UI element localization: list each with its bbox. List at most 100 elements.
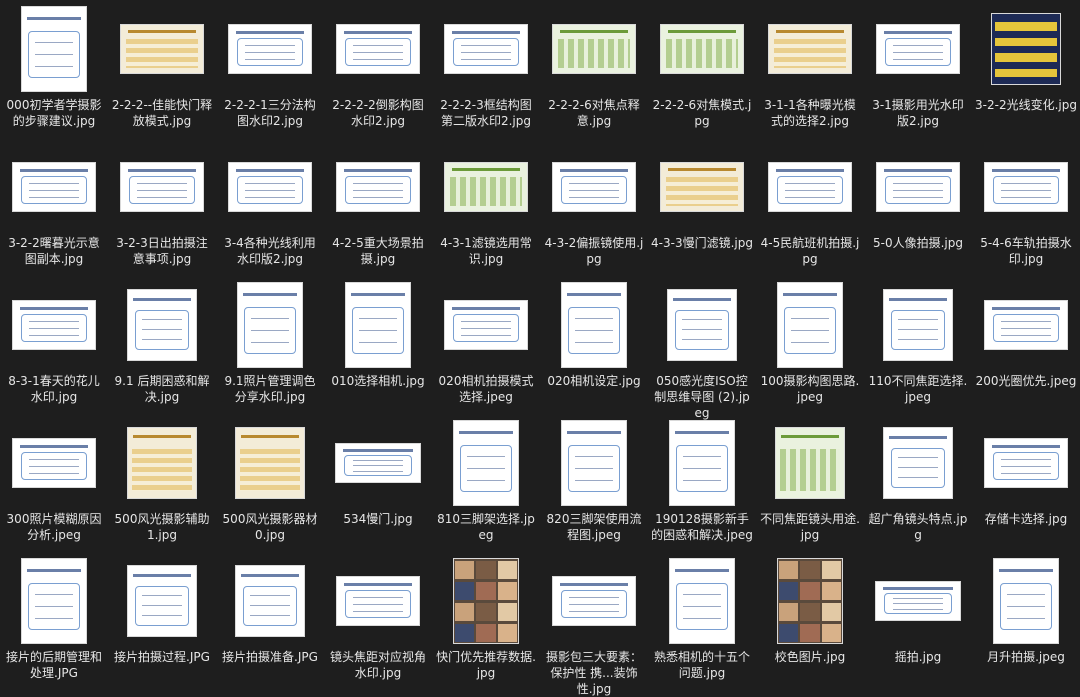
- file-item[interactable]: 摄影包三大要素：保护性 携...装饰性.jpg: [540, 552, 648, 696]
- thumbnail-image[interactable]: [444, 300, 528, 350]
- file-item[interactable]: 2-2-2-6对焦模式.jpg: [648, 0, 756, 138]
- file-item[interactable]: 3-1-1各种曝光模式的选择2.jpg: [756, 0, 864, 138]
- file-item[interactable]: 2-2-2-2倒影构图水印2.jpg: [324, 0, 432, 138]
- file-item[interactable]: 存储卡选择.jpg: [972, 414, 1080, 552]
- file-item[interactable]: 4-2-5重大场景拍摄.jpg: [324, 138, 432, 276]
- thumbnail-image[interactable]: [235, 427, 305, 499]
- thumbnail-image[interactable]: [984, 300, 1068, 350]
- file-item[interactable]: 3-2-2曙暮光示意图副本.jpg: [0, 138, 108, 276]
- file-item[interactable]: 300照片模糊原因分析.jpeg: [0, 414, 108, 552]
- file-item[interactable]: 镜头焦距对应视角水印.jpg: [324, 552, 432, 690]
- file-item[interactable]: 2-2-2--佳能快门释放模式.jpg: [108, 0, 216, 138]
- thumbnail-image[interactable]: [120, 162, 204, 212]
- thumbnail-image[interactable]: [228, 162, 312, 212]
- file-item[interactable]: 5-4-6车轨拍摄水印.jpg: [972, 138, 1080, 276]
- thumbnail-image[interactable]: [768, 24, 852, 74]
- thumbnail-image[interactable]: [228, 24, 312, 74]
- file-item[interactable]: 9.1 后期困惑和解决.jpg: [108, 276, 216, 414]
- thumbnail-image[interactable]: [12, 438, 96, 488]
- thumbnail-image[interactable]: [991, 13, 1061, 85]
- thumbnail-image[interactable]: [561, 282, 627, 368]
- thumbnail-image[interactable]: [667, 289, 737, 361]
- thumbnail-image[interactable]: [876, 162, 960, 212]
- file-item[interactable]: 3-2-3日出拍摄注意事项.jpg: [108, 138, 216, 276]
- thumbnail-image[interactable]: [660, 162, 744, 212]
- file-item[interactable]: 4-3-2偏振镜使用.jpg: [540, 138, 648, 276]
- thumbnail-image[interactable]: [453, 558, 519, 644]
- thumbnail-image[interactable]: [345, 282, 411, 368]
- file-item[interactable]: 190128摄影新手的困惑和解决.jpeg: [648, 414, 756, 552]
- thumbnail-image[interactable]: [127, 289, 197, 361]
- file-item[interactable]: 2-2-2-6对焦点释意.jpg: [540, 0, 648, 138]
- thumbnail-image[interactable]: [552, 24, 636, 74]
- file-item[interactable]: 020相机拍摄模式选择.jpeg: [432, 276, 540, 414]
- thumbnail-image[interactable]: [12, 300, 96, 350]
- file-item[interactable]: 接片拍摄准备.JPG: [216, 552, 324, 690]
- thumbnail-image[interactable]: [453, 420, 519, 506]
- file-item[interactable]: 3-4各种光线利用水印版2.jpg: [216, 138, 324, 276]
- thumbnail-image[interactable]: [335, 443, 421, 483]
- thumbnail-image[interactable]: [669, 420, 735, 506]
- thumbnail-image[interactable]: [883, 289, 953, 361]
- file-item[interactable]: 不同焦距镜头用途.jpg: [756, 414, 864, 552]
- file-item[interactable]: 快门优先推荐数据.jpg: [432, 552, 540, 690]
- file-item[interactable]: 100摄影构图思路.jpeg: [756, 276, 864, 414]
- thumbnail-image[interactable]: [777, 558, 843, 644]
- thumbnail-image[interactable]: [669, 558, 735, 644]
- thumbnail-image[interactable]: [127, 565, 197, 637]
- thumbnail-image[interactable]: [237, 282, 303, 368]
- thumbnail-image[interactable]: [883, 427, 953, 499]
- thumbnail-image[interactable]: [21, 558, 87, 644]
- thumbnail-image[interactable]: [120, 24, 204, 74]
- thumbnail-image[interactable]: [336, 162, 420, 212]
- thumbnail-image[interactable]: [552, 576, 636, 626]
- thumbnail-image[interactable]: [984, 438, 1068, 488]
- thumbnail-image[interactable]: [768, 162, 852, 212]
- file-item[interactable]: 200光圈优先.jpeg: [972, 276, 1080, 414]
- thumbnail-image[interactable]: [21, 6, 87, 92]
- file-item[interactable]: 534慢门.jpg: [324, 414, 432, 552]
- thumbnail-image[interactable]: [444, 24, 528, 74]
- thumbnail-image[interactable]: [984, 162, 1068, 212]
- thumbnail-image[interactable]: [660, 24, 744, 74]
- file-item[interactable]: 810三脚架选择.jpeg: [432, 414, 540, 552]
- file-item[interactable]: 010选择相机.jpg: [324, 276, 432, 414]
- file-item[interactable]: 4-3-1滤镜选用常识.jpg: [432, 138, 540, 276]
- file-item[interactable]: 接片拍摄过程.JPG: [108, 552, 216, 690]
- file-item[interactable]: 3-1摄影用光水印版2.jpg: [864, 0, 972, 138]
- thumbnail-image[interactable]: [235, 565, 305, 637]
- file-item[interactable]: 820三脚架使用流程图.jpeg: [540, 414, 648, 552]
- thumbnail-image[interactable]: [336, 24, 420, 74]
- file-item[interactable]: 9.1照片管理调色分享水印.jpg: [216, 276, 324, 414]
- file-item[interactable]: 020相机设定.jpg: [540, 276, 648, 414]
- file-item[interactable]: 4-5民航班机拍摄.jpg: [756, 138, 864, 276]
- file-item[interactable]: 500风光摄影辅助1.jpg: [108, 414, 216, 552]
- file-item[interactable]: 接片的后期管理和处理.JPG: [0, 552, 108, 690]
- file-item[interactable]: 110不同焦距选择.jpeg: [864, 276, 972, 414]
- file-item[interactable]: 摇拍.jpg: [864, 552, 972, 690]
- file-item[interactable]: 050感光度ISO控制思维导图 (2).jpeg: [648, 276, 756, 420]
- file-item[interactable]: 000初学者学摄影 的步骤建议.jpg: [0, 0, 108, 138]
- file-item[interactable]: 4-3-3慢门滤镜.jpg: [648, 138, 756, 276]
- file-item[interactable]: 月升拍摄.jpeg: [972, 552, 1080, 690]
- file-item[interactable]: 8-3-1春天的花儿水印.jpg: [0, 276, 108, 414]
- thumbnail-image[interactable]: [561, 420, 627, 506]
- thumbnail-image[interactable]: [336, 576, 420, 626]
- thumbnail-image[interactable]: [775, 427, 845, 499]
- file-item[interactable]: 校色图片.jpg: [756, 552, 864, 690]
- thumbnail-image[interactable]: [444, 162, 528, 212]
- file-item[interactable]: 5-0人像拍摄.jpg: [864, 138, 972, 276]
- file-item[interactable]: 3-2-2光线变化.jpg: [972, 0, 1080, 138]
- file-item[interactable]: 500风光摄影器材0.jpg: [216, 414, 324, 552]
- file-item[interactable]: 熟悉相机的十五个问题.jpg: [648, 552, 756, 690]
- file-item[interactable]: 超广角镜头特点.jpg: [864, 414, 972, 552]
- file-item[interactable]: 2-2-2-1三分法构图水印2.jpg: [216, 0, 324, 138]
- file-item[interactable]: 2-2-2-3框结构图第二版水印2.jpg: [432, 0, 540, 138]
- thumbnail-image[interactable]: [875, 581, 961, 621]
- thumbnail-image[interactable]: [12, 162, 96, 212]
- thumbnail-image[interactable]: [552, 162, 636, 212]
- thumbnail-image[interactable]: [876, 24, 960, 74]
- thumbnail-image[interactable]: [127, 427, 197, 499]
- thumbnail-image[interactable]: [993, 558, 1059, 644]
- thumbnail-image[interactable]: [777, 282, 843, 368]
